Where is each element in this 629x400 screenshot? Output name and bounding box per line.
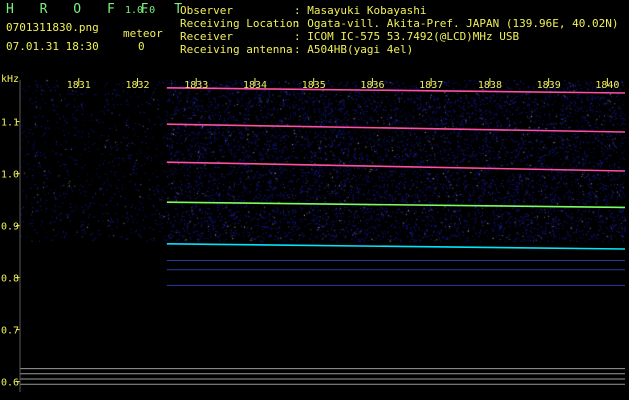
info-key-antenna: Receiving antenna: [180, 43, 293, 56]
x-tick-label-1: 1832: [125, 80, 149, 91]
app-version: 1.0.0: [125, 5, 156, 16]
signal-trace-1: [166, 123, 626, 133]
x-tick-label-7: 1838: [478, 80, 502, 91]
x-tick-label-4: 1835: [302, 80, 326, 91]
y-unit-label: kHz: [1, 74, 20, 85]
header: H R O F F T 1.0.0 0701311830.png meteor …: [0, 0, 629, 72]
y-tick-label-5: 0.6: [1, 378, 19, 389]
x-tick-label-5: 1836: [360, 80, 384, 91]
spectrogram-panel: 1.1 1.0 0.9 0.8 0.7 0.6 1831 1832 1833 1834 1835 18…: [0, 72, 629, 400]
y-tick-label-4: 0.7: [1, 326, 19, 337]
info-value-location: : Ogata-vill. Akita-Pref. JAPAN (139.96E…: [294, 17, 619, 30]
meteor-label: meteor: [123, 27, 163, 40]
y-tick-label-3: 0.8: [1, 274, 19, 285]
info-value-receiver: : ICOM IC-575 53.7492(@LCD)MHz USB: [294, 30, 520, 43]
info-value-antenna: : A504HB(yagi 4el): [294, 43, 414, 56]
x-tick-label-8: 1839: [537, 80, 561, 91]
y-tick-label-2: 0.9: [1, 222, 19, 233]
info-key-receiver: Receiver: [180, 30, 233, 43]
datetime: 07.01.31 18:30: [6, 40, 99, 53]
signal-trace-4: [166, 243, 626, 250]
x-tick-label-2: 1833: [184, 80, 208, 91]
spectrogram-chart: 1.1 1.0 0.9 0.8 0.7 0.6 1831 1832 1833 1834 1835 18…: [1, 78, 626, 392]
info-key-location: Receiving Location: [180, 17, 300, 30]
x-tick-label-9: 1840: [595, 80, 619, 91]
y-tick-label-1: 1.0: [1, 170, 19, 181]
x-tick-label-6: 1837: [419, 80, 443, 91]
meteor-count: 0: [138, 40, 145, 53]
x-tick-label-0: 1831: [67, 80, 91, 91]
app-title: H R O F F T: [6, 2, 192, 17]
image-filename: 0701311830.png: [6, 21, 99, 34]
info-key-observer: Observer: [180, 4, 233, 17]
x-tick-label-3: 1834: [243, 80, 267, 91]
info-value-observer: : Masayuki Kobayashi: [294, 4, 427, 17]
y-tick-label-0: 1.1: [1, 118, 19, 129]
signal-trace-2: [166, 161, 626, 172]
signal-trace-3: [166, 201, 626, 209]
